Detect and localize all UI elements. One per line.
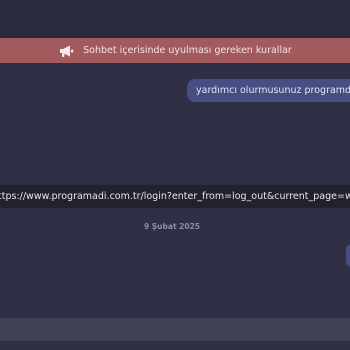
message-composer[interactable] (0, 318, 350, 342)
message-input[interactable] (0, 319, 350, 342)
megaphone-icon (60, 45, 74, 57)
chat-header (0, 0, 350, 38)
bottom-strip (0, 341, 350, 350)
date-separator: 9 Şubat 2025 (143, 222, 201, 231)
outgoing-message-partial (346, 244, 350, 267)
rules-banner-text: Sohbet içerisinde uyulması gereken kural… (83, 45, 292, 56)
outgoing-message: yardımcı olurmusunuz programda işim var (187, 79, 350, 102)
incoming-message-link[interactable]: https://www.programadi.com.tr/login?ente… (0, 185, 350, 208)
chat-rules-banner[interactable]: Sohbet içerisinde uyulması gereken kural… (0, 38, 350, 63)
message-list[interactable]: yardımcı olurmusunuz programda işim var … (0, 63, 350, 318)
